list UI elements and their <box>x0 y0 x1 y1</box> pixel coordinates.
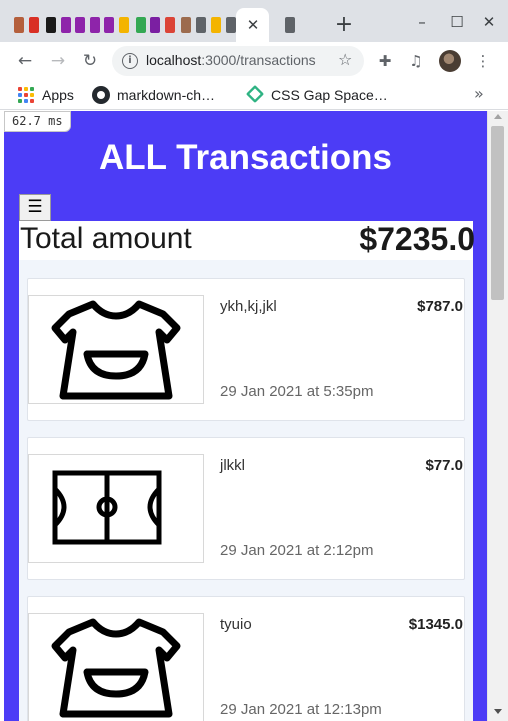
url-host: localhost <box>146 52 202 68</box>
tab-favicon[interactable] <box>14 17 24 33</box>
hamburger-menu-icon[interactable]: ☰ <box>19 194 51 221</box>
bookmark-markdown[interactable]: markdown-ch… <box>117 85 215 105</box>
transaction-thumbnail <box>28 295 204 404</box>
transactions-panel: Total amount $7235.0 ykh,kj,jkl $787.0 2… <box>19 221 475 721</box>
browser-toolbar: ← → ↻ i localhost:3000/transactions ☆ ✚ … <box>0 42 508 80</box>
transaction-amount: $787.0 <box>417 298 463 315</box>
tab-favicon[interactable] <box>90 17 100 33</box>
transactions-page: 62.7 ms ALL Transactions ☰ Total amount … <box>4 111 487 721</box>
render-timing-badge: 62.7 ms <box>4 111 71 132</box>
more-bookmarks-icon[interactable]: » <box>474 84 484 103</box>
football-field-icon <box>52 470 162 545</box>
tab-favicon[interactable] <box>150 17 160 33</box>
vertical-scrollbar[interactable] <box>487 111 508 721</box>
tab-favicon[interactable] <box>61 17 71 33</box>
transaction-card[interactable]: ykh,kj,jkl $787.0 29 Jan 2021 at 5:35pm <box>27 278 465 421</box>
total-amount-value: $7235.0 <box>359 221 475 257</box>
transaction-date: 29 Jan 2021 at 2:12pm <box>220 542 374 559</box>
tab-favicon[interactable] <box>75 17 85 33</box>
transaction-date: 29 Jan 2021 at 12:13pm <box>220 701 382 718</box>
bookmark-css-gap[interactable]: CSS Gap Space… <box>271 85 388 105</box>
close-window-icon[interactable]: ✕ <box>479 12 499 32</box>
url-text[interactable]: localhost:3000/transactions <box>146 52 316 68</box>
page-viewport: 62.7 ms ALL Transactions ☰ Total amount … <box>0 111 508 721</box>
tab-favicon[interactable] <box>226 17 236 33</box>
transaction-amount: $77.0 <box>425 457 463 474</box>
media-control-icon[interactable]: ♫ <box>407 52 425 70</box>
browser-tab-strip: ✕ + – ☐ ✕ <box>0 0 508 42</box>
site-info-icon[interactable]: i <box>122 53 138 69</box>
bookmark-star-icon[interactable]: ☆ <box>338 50 352 69</box>
reload-icon[interactable]: ↻ <box>80 51 100 71</box>
transaction-thumbnail <box>28 613 204 721</box>
page-title: ALL Transactions <box>98 138 393 177</box>
total-amount-bar: Total amount $7235.0 <box>19 221 475 260</box>
tab-favicon[interactable] <box>165 17 175 33</box>
transaction-name: jlkkl <box>220 457 245 474</box>
address-bar[interactable]: i localhost:3000/transactions ☆ <box>112 46 364 76</box>
tab-favicon[interactable] <box>196 17 206 33</box>
scroll-down-arrow-icon[interactable] <box>494 709 502 714</box>
transaction-name: tyuio <box>220 616 252 633</box>
transaction-amount: $1345.0 <box>408 616 463 633</box>
transaction-card[interactable]: jlkkl $77.0 29 Jan 2021 at 2:12pm <box>27 437 465 580</box>
close-tab-icon[interactable]: ✕ <box>246 16 260 34</box>
scroll-up-arrow-icon[interactable] <box>494 114 502 119</box>
back-arrow-icon[interactable]: ← <box>15 51 35 71</box>
shirt-icon <box>51 618 181 718</box>
tab-favicon[interactable] <box>104 17 114 33</box>
minimize-window-icon[interactable]: – <box>412 12 432 32</box>
tab-favicon[interactable] <box>285 17 295 33</box>
scrollbar-thumb[interactable] <box>491 126 504 300</box>
bookmark-apps[interactable]: Apps <box>42 85 74 105</box>
forward-arrow-icon[interactable]: → <box>48 51 68 71</box>
total-amount-label: Total amount <box>20 222 192 255</box>
transaction-thumbnail <box>28 454 204 563</box>
tab-favicon[interactable] <box>136 17 146 33</box>
tab-favicon[interactable] <box>119 17 129 33</box>
tab-favicon[interactable] <box>181 17 191 33</box>
url-path: :3000/transactions <box>201 52 316 68</box>
new-tab-button[interactable]: + <box>334 14 354 36</box>
tab-favicon[interactable] <box>29 17 39 33</box>
browser-menu-icon[interactable]: ⋮ <box>474 52 492 70</box>
transaction-name: ykh,kj,jkl <box>220 298 277 315</box>
apps-grid-icon <box>18 87 34 103</box>
extensions-puzzle-icon[interactable]: ✚ <box>376 52 394 70</box>
transaction-date: 29 Jan 2021 at 5:35pm <box>220 383 374 400</box>
tab-favicon[interactable] <box>211 17 221 33</box>
shirt-icon <box>51 300 181 400</box>
maximize-window-icon[interactable]: ☐ <box>447 12 467 32</box>
tab-favicon[interactable] <box>46 17 56 33</box>
profile-avatar[interactable] <box>439 50 461 72</box>
github-icon <box>92 86 110 104</box>
transaction-card[interactable]: tyuio $1345.0 29 Jan 2021 at 12:13pm <box>27 596 465 721</box>
